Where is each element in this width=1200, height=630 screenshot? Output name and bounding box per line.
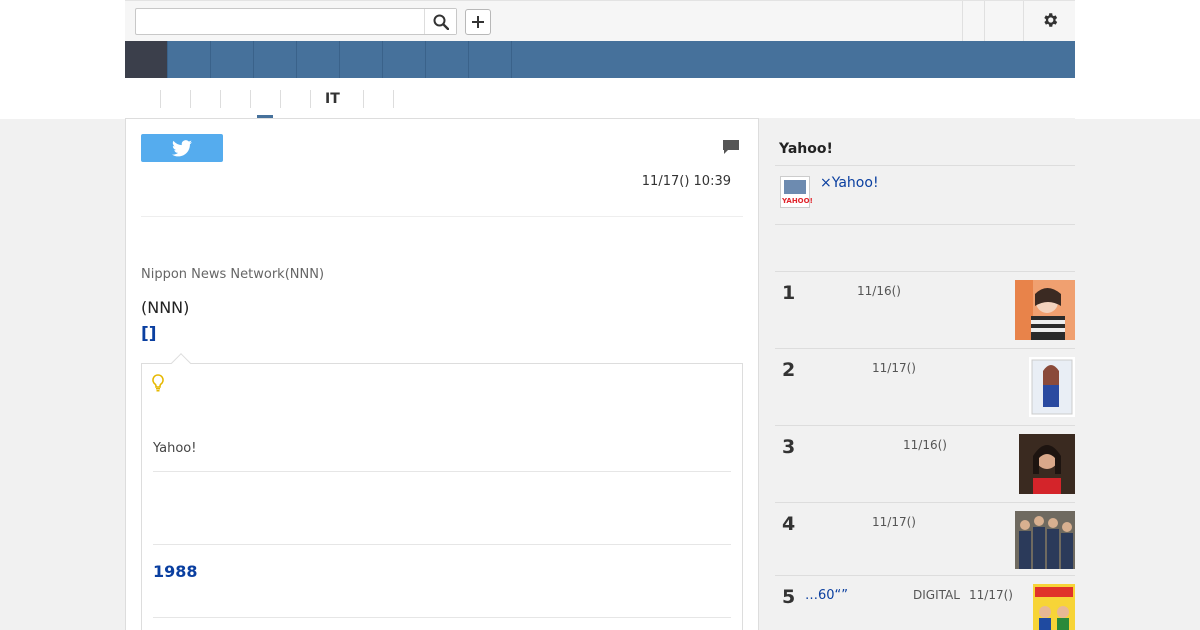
sidebar-title: Yahoo! bbox=[779, 141, 833, 157]
tweet-button[interactable] bbox=[141, 134, 223, 162]
lightbulb-icon bbox=[152, 374, 164, 396]
rank-number: 5 bbox=[782, 586, 796, 608]
rank-source: DIGITAL bbox=[913, 588, 960, 602]
divider bbox=[153, 544, 731, 545]
subnav-divider bbox=[393, 90, 394, 108]
divider bbox=[141, 216, 743, 217]
ranking-item-3[interactable]: 3 11/16() bbox=[775, 425, 1075, 502]
article-thumbnail bbox=[1015, 511, 1075, 573]
article-thumbnail bbox=[1029, 357, 1075, 421]
article-thumbnail bbox=[1019, 434, 1075, 498]
tab-it[interactable]: IT bbox=[325, 91, 340, 107]
search-box bbox=[135, 8, 457, 35]
article-date: 11/17() 10:39 bbox=[641, 174, 731, 189]
toolbar-divider bbox=[1023, 1, 1024, 41]
divider bbox=[153, 617, 731, 618]
gear-icon bbox=[1044, 13, 1058, 27]
screen-graphic bbox=[784, 180, 806, 194]
rank-number: 3 bbox=[782, 436, 796, 458]
nav-item-home[interactable] bbox=[125, 41, 168, 78]
comment-button[interactable] bbox=[722, 139, 740, 159]
ranking-item-2[interactable]: 2 11/17() bbox=[775, 348, 1075, 425]
search-icon bbox=[433, 14, 449, 30]
rank-date: 11/17() bbox=[969, 588, 1013, 602]
rank-number: 4 bbox=[782, 513, 796, 535]
article-thumbnail bbox=[1033, 584, 1075, 630]
search-button[interactable] bbox=[424, 9, 456, 34]
rank-date: 11/16() bbox=[903, 438, 947, 452]
comment-icon bbox=[723, 140, 739, 154]
article-thumbnail bbox=[1015, 280, 1075, 344]
rank-number: 2 bbox=[782, 359, 796, 381]
promo-link[interactable]: ×Yahoo! bbox=[820, 175, 879, 191]
add-button[interactable] bbox=[465, 9, 491, 35]
tip-arrow bbox=[171, 353, 191, 373]
nav-item[interactable] bbox=[297, 41, 340, 78]
rank-date: 11/17() bbox=[872, 515, 916, 529]
article-panel: 11/17() 10:39 Nippon News Network(NNN) (… bbox=[125, 118, 759, 630]
rank-date: 11/16() bbox=[857, 284, 901, 298]
ranking-item-1[interactable]: 1 11/16() bbox=[775, 271, 1075, 348]
nav-item[interactable] bbox=[383, 41, 426, 78]
yahoo-logo-text: YAHOO! bbox=[782, 197, 813, 205]
divider bbox=[775, 224, 1075, 225]
toolbar-divider bbox=[984, 1, 985, 41]
rank-date: 11/17() bbox=[872, 361, 916, 375]
article-byline: (NNN) bbox=[141, 298, 190, 317]
yahoo-logo[interactable]: YAHOO! bbox=[780, 176, 813, 208]
article-link[interactable]: [] bbox=[141, 324, 157, 344]
subnav-divider bbox=[160, 90, 161, 108]
toolbar-divider bbox=[962, 1, 963, 41]
nav-item[interactable] bbox=[340, 41, 383, 78]
settings-button[interactable] bbox=[1041, 11, 1061, 31]
sub-category-nav: IT bbox=[125, 78, 1075, 119]
subnav-divider bbox=[310, 90, 311, 108]
subnav-divider bbox=[250, 90, 251, 108]
tip-yahoo-label: Yahoo! bbox=[153, 441, 197, 456]
article-source: Nippon News Network(NNN) bbox=[141, 267, 325, 282]
sidebar: Yahoo! YAHOO! ×Yahoo! 1 11/16() 2 11/17(… bbox=[759, 118, 1075, 630]
subnav-divider bbox=[190, 90, 191, 108]
nav-item[interactable] bbox=[211, 41, 254, 78]
search-input[interactable] bbox=[136, 9, 422, 34]
subnav-divider bbox=[280, 90, 281, 108]
nav-item[interactable] bbox=[469, 41, 512, 78]
nav-item[interactable] bbox=[168, 41, 211, 78]
divider bbox=[775, 165, 1075, 166]
nav-item[interactable] bbox=[254, 41, 297, 78]
twitter-bird-icon bbox=[172, 139, 192, 156]
divider bbox=[153, 471, 731, 472]
rank-number: 1 bbox=[782, 282, 796, 304]
subnav-divider bbox=[363, 90, 364, 108]
plus-icon bbox=[472, 16, 484, 28]
header-toolbar bbox=[125, 0, 1075, 41]
nav-item[interactable] bbox=[426, 41, 469, 78]
tip-box: Yahoo! 1988 bbox=[141, 353, 743, 630]
tip-year-link[interactable]: 1988 bbox=[153, 562, 198, 581]
subnav-divider bbox=[220, 90, 221, 108]
ranking-item-4[interactable]: 4 11/17() bbox=[775, 502, 1075, 579]
category-nav bbox=[125, 41, 1075, 78]
rank-title-link[interactable]: …60“” bbox=[805, 588, 848, 603]
ranking-item-5[interactable]: 5 …60“” DIGITAL 11/17() bbox=[775, 575, 1075, 630]
